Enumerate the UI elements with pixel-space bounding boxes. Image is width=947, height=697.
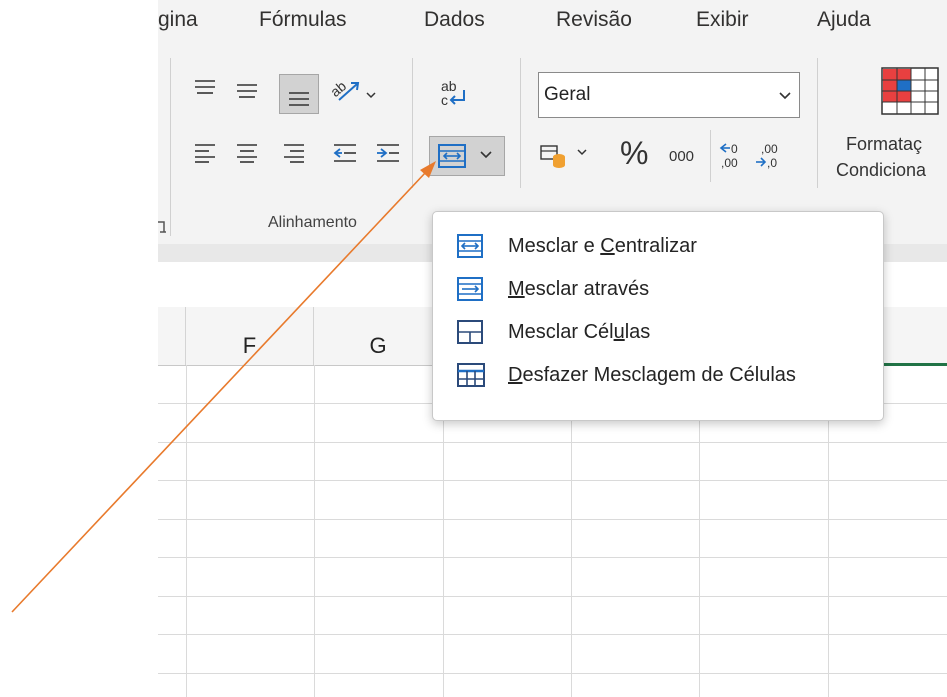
- align-center-icon[interactable]: [236, 143, 258, 163]
- merge-across-icon: [457, 277, 483, 306]
- menu-item-label: Mesclar Células: [508, 321, 651, 343]
- alignment-group-label: Alinhamento: [268, 214, 357, 231]
- merge-dropdown-menu: Mesclar e Centralizar Mesclar através Me…: [432, 211, 884, 421]
- tab-ajuda[interactable]: Ajuda: [817, 8, 871, 32]
- group-separator: [817, 58, 818, 188]
- align-bottom-icon: [287, 85, 311, 107]
- ribbon-tabs: gina Fórmulas Dados Revisão Exibir Ajuda: [158, 0, 947, 46]
- unmerge-cells-icon: [457, 363, 485, 392]
- decrease-indent-icon[interactable]: [333, 143, 357, 163]
- percent-style-icon[interactable]: %: [620, 136, 656, 172]
- conditional-formatting-label-2[interactable]: Condiciona: [836, 160, 926, 181]
- menu-item-label: Mesclar através: [508, 278, 650, 300]
- conditional-formatting-label-1[interactable]: Formataç: [846, 134, 922, 155]
- svg-text:,0: ,0: [767, 156, 777, 170]
- svg-text:0: 0: [731, 142, 738, 156]
- number-format-combo[interactable]: Geral: [538, 72, 800, 118]
- svg-text:ab: ab: [329, 78, 349, 100]
- group-separator: [412, 58, 413, 188]
- svg-text:,00: ,00: [721, 156, 738, 170]
- merge-center-icon: [457, 234, 483, 263]
- wrap-text-icon[interactable]: ab c: [440, 78, 468, 110]
- menu-item-unmerge-cells[interactable]: Desfazer Mesclagem de Células: [433, 353, 883, 397]
- merge-cells-icon: [457, 320, 483, 349]
- merge-center-split-button[interactable]: [429, 136, 505, 176]
- conditional-formatting-icon[interactable]: [880, 66, 940, 116]
- align-middle-icon[interactable]: [236, 81, 258, 99]
- menu-item-merge-across[interactable]: Mesclar através: [433, 267, 883, 311]
- menu-item-merge-and-center[interactable]: Mesclar e Centralizar: [433, 224, 883, 268]
- chevron-down-icon[interactable]: [480, 151, 492, 159]
- column-header-g[interactable]: G: [314, 307, 443, 365]
- tab-layout-pagina[interactable]: gina: [158, 8, 198, 32]
- align-bottom-button[interactable]: [279, 74, 319, 114]
- tab-exibir[interactable]: Exibir: [696, 8, 749, 32]
- svg-text:%: %: [620, 136, 648, 171]
- increase-decimal-icon[interactable]: 0 ,00: [718, 140, 748, 170]
- dialog-launcher-icon[interactable]: [158, 220, 168, 234]
- chevron-down-icon[interactable]: [779, 87, 791, 105]
- decrease-decimal-icon[interactable]: ,00 ,0: [755, 140, 785, 170]
- column-line: [314, 365, 315, 697]
- align-top-icon[interactable]: [194, 79, 216, 97]
- svg-text:c: c: [441, 92, 448, 108]
- tab-formulas[interactable]: Fórmulas: [259, 8, 347, 32]
- group-separator: [520, 58, 521, 188]
- menu-item-merge-cells[interactable]: Mesclar Células: [433, 310, 883, 354]
- group-separator: [170, 58, 171, 236]
- column-line: [186, 365, 187, 697]
- align-right-icon[interactable]: [283, 143, 305, 163]
- group-separator: [710, 130, 711, 182]
- svg-text:,00: ,00: [761, 142, 778, 156]
- increase-indent-icon[interactable]: [376, 143, 400, 163]
- comma-style-button[interactable]: 000: [669, 148, 694, 165]
- align-left-icon[interactable]: [194, 143, 216, 163]
- orientation-icon[interactable]: ab: [329, 76, 381, 104]
- column-header[interactable]: [158, 307, 186, 365]
- merge-center-icon: [438, 144, 466, 168]
- number-format-value: Geral: [544, 84, 591, 105]
- tab-dados[interactable]: Dados: [424, 8, 485, 32]
- tab-revisao[interactable]: Revisão: [556, 8, 632, 32]
- menu-item-label: Desfazer Mesclagem de Células: [508, 364, 796, 386]
- menu-item-label: Mesclar e Centralizar: [508, 235, 697, 257]
- accounting-format-icon[interactable]: [540, 143, 596, 169]
- column-header-f[interactable]: F: [186, 307, 314, 365]
